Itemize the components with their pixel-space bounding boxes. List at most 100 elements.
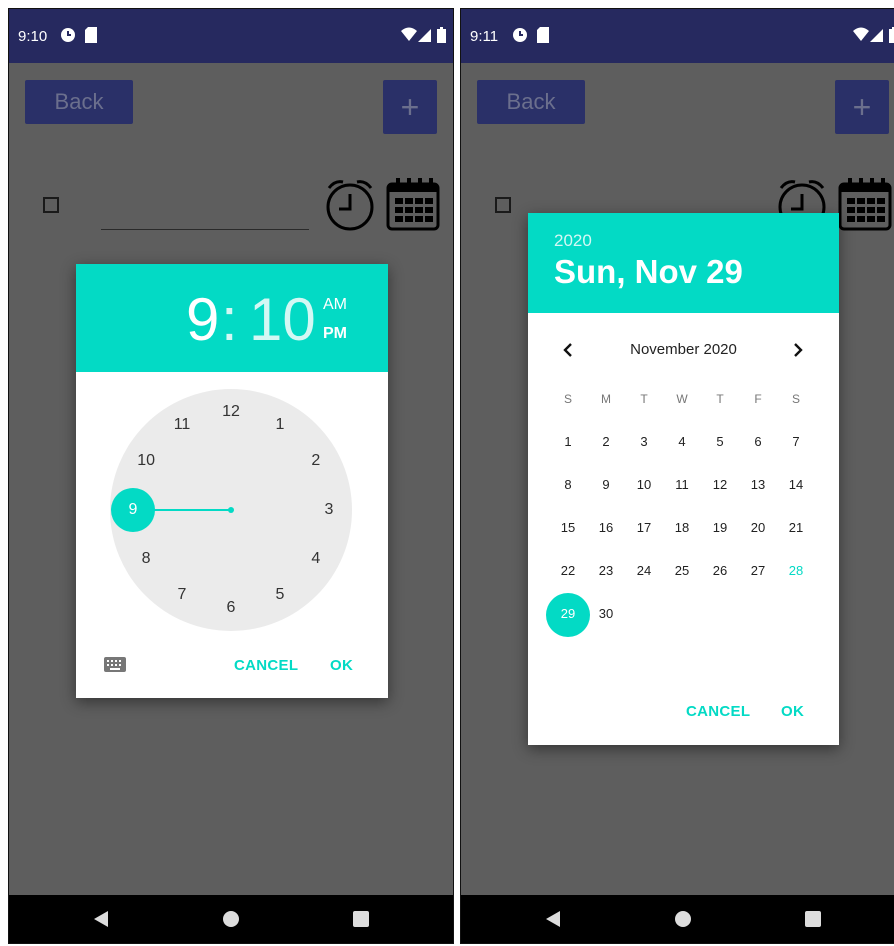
signal-icon (418, 29, 431, 42)
calendar-day-25[interactable]: 25 (666, 563, 698, 578)
status-time: 9:11 (470, 28, 499, 45)
weekday-header: T (640, 392, 648, 406)
task-checkbox[interactable] (43, 197, 59, 213)
clock-number-7[interactable]: 7 (167, 585, 197, 605)
calendar-day-29[interactable]: 29 (552, 606, 584, 621)
calendar-day-14[interactable]: 14 (780, 477, 812, 492)
back-button[interactable]: Back (477, 80, 585, 124)
alarm-clock-icon[interactable] (323, 176, 377, 232)
am-toggle[interactable]: AM (323, 296, 347, 314)
add-button[interactable]: + (835, 80, 889, 134)
year-display[interactable]: 2020 (554, 231, 592, 251)
sd-card-icon (537, 27, 549, 43)
wifi-icon (853, 27, 869, 41)
home-nav-icon[interactable] (223, 911, 239, 927)
weekday-header: M (601, 392, 611, 406)
calendar-day-24[interactable]: 24 (628, 563, 660, 578)
calendar-day-10[interactable]: 10 (628, 477, 660, 492)
recents-nav-icon[interactable] (805, 911, 821, 927)
wifi-icon (401, 27, 417, 41)
keyboard-icon[interactable] (104, 657, 126, 673)
date-header: 2020 Sun, Nov 29 (528, 213, 839, 313)
phone-screen-time-picker: 9:10 Back + 9: 10 AM PM 12 1 2 3 4 5 6 … (8, 8, 454, 944)
notification-icon (513, 28, 527, 42)
ok-button[interactable]: OK (781, 703, 804, 720)
minute-display[interactable]: 10 (249, 284, 316, 356)
clock-center-dot (228, 507, 234, 513)
clock-area: 12 1 2 3 4 5 6 7 8 9 10 11 CANCEL OK (76, 372, 388, 698)
calendar-day-13[interactable]: 13 (742, 477, 774, 492)
clock-number-9[interactable]: 9 (118, 500, 148, 520)
battery-icon (889, 27, 894, 43)
calendar-day-16[interactable]: 16 (590, 520, 622, 535)
calendar-day-6[interactable]: 6 (742, 434, 774, 449)
home-nav-icon[interactable] (675, 911, 691, 927)
selected-date-display[interactable]: Sun, Nov 29 (554, 253, 743, 291)
next-month-icon[interactable] (791, 342, 805, 358)
calendar-day-15[interactable]: 15 (552, 520, 584, 535)
ok-button[interactable]: OK (330, 657, 353, 674)
weekday-header: T (716, 392, 724, 406)
signal-icon (870, 29, 883, 42)
clock-number-3[interactable]: 3 (314, 500, 344, 520)
calendar-day-8[interactable]: 8 (552, 477, 584, 492)
calendar-day-20[interactable]: 20 (742, 520, 774, 535)
notification-icon (61, 28, 75, 42)
calendar-day-5[interactable]: 5 (704, 434, 736, 449)
clock-number-10[interactable]: 10 (131, 451, 161, 471)
calendar-day-23[interactable]: 23 (590, 563, 622, 578)
clock-number-8[interactable]: 8 (131, 549, 161, 569)
calendar-day-17[interactable]: 17 (628, 520, 660, 535)
clock-number-11[interactable]: 11 (167, 415, 197, 435)
calendar-icon[interactable] (385, 176, 441, 232)
weekday-header: S (791, 392, 800, 406)
clock-dial[interactable]: 12 1 2 3 4 5 6 7 8 9 10 11 (110, 389, 352, 631)
add-button[interactable]: + (383, 80, 437, 134)
pm-toggle[interactable]: PM (323, 325, 347, 343)
recents-nav-icon[interactable] (353, 911, 369, 927)
back-nav-icon[interactable] (545, 911, 561, 927)
calendar-day-1[interactable]: 1 (552, 434, 584, 449)
clock-number-12[interactable]: 12 (216, 402, 246, 422)
calendar-day-4[interactable]: 4 (666, 434, 698, 449)
calendar-day-11[interactable]: 11 (666, 477, 698, 492)
navigation-bar (9, 895, 453, 943)
back-button[interactable]: Back (25, 80, 133, 124)
hour-display[interactable]: 9 (186, 284, 219, 356)
calendar-day-21[interactable]: 21 (780, 520, 812, 535)
calendar-day-30[interactable]: 30 (590, 606, 622, 621)
clock-number-5[interactable]: 5 (265, 585, 295, 605)
clock-number-4[interactable]: 4 (301, 549, 331, 569)
calendar-day-7[interactable]: 7 (780, 434, 812, 449)
status-time: 9:10 (18, 28, 48, 45)
time-picker-dialog: 9 : 10 AM PM 12 12 3 45678 9 10 11 (76, 264, 388, 698)
calendar-day-22[interactable]: 22 (552, 563, 584, 578)
clock-number-6[interactable]: 6 (216, 598, 246, 618)
task-checkbox[interactable] (495, 197, 511, 213)
calendar-day-27[interactable]: 27 (742, 563, 774, 578)
calendar-day-2[interactable]: 2 (590, 434, 622, 449)
clock-number-1[interactable]: 1 (265, 415, 295, 435)
calendar-day-19[interactable]: 19 (704, 520, 736, 535)
cancel-button[interactable]: CANCEL (234, 657, 298, 674)
calendar-icon[interactable] (837, 176, 893, 232)
calendar-day-26[interactable]: 26 (704, 563, 736, 578)
back-nav-icon[interactable] (93, 911, 109, 927)
weekday-header: W (676, 392, 688, 406)
calendar-day-28[interactable]: 28 (780, 563, 812, 578)
status-bar: 9:11 (461, 9, 894, 63)
cancel-button[interactable]: CANCEL (686, 703, 750, 720)
time-colon: : (221, 286, 238, 353)
clock-number-2[interactable]: 2 (301, 451, 331, 471)
sd-card-icon (85, 27, 97, 43)
calendar-day-3[interactable]: 3 (628, 434, 660, 449)
time-header: 9 : 10 AM PM (76, 264, 388, 372)
calendar-day-12[interactable]: 12 (704, 477, 736, 492)
task-text-field[interactable] (101, 229, 309, 230)
status-bar: 9:10 (9, 9, 453, 63)
calendar-day-9[interactable]: 9 (590, 477, 622, 492)
date-picker-dialog: 2020 Sun, Nov 29 November 2020 SMTWTFS12… (528, 213, 839, 745)
battery-icon (437, 27, 446, 43)
calendar-day-18[interactable]: 18 (666, 520, 698, 535)
content-area: Back + 9 : 10 AM PM 12 1 2 3 4 5 6 7 8 9… (9, 63, 453, 895)
